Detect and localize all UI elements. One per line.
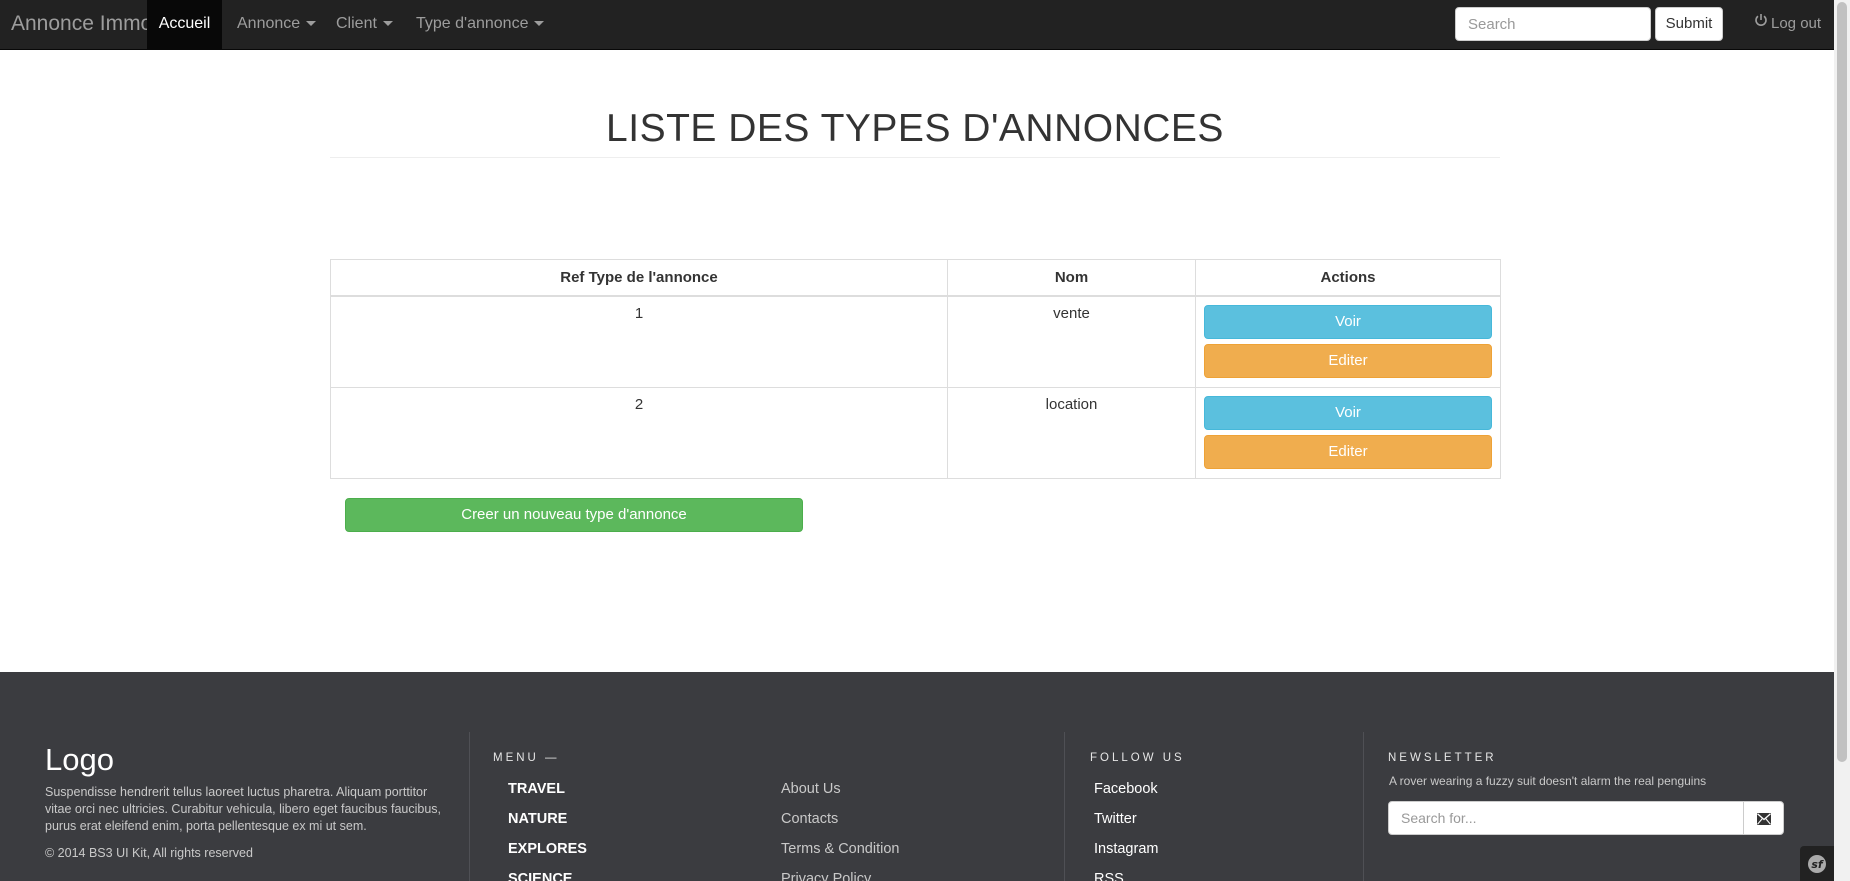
footer-newsletter-heading: NEWSLETTER xyxy=(1388,752,1497,764)
nav-accueil-label: Accueil xyxy=(158,15,211,32)
footer-copyright: © 2014 BS3 UI Kit, All rights reserved xyxy=(45,846,253,860)
footer-menu-explores[interactable]: EXPLORES xyxy=(508,841,587,857)
footer-follow-facebook[interactable]: Facebook xyxy=(1094,781,1158,797)
footer-description: Suspendisse hendrerit tellus laoreet luc… xyxy=(45,785,442,833)
footer-follow-instagram[interactable]: Instagram xyxy=(1094,841,1158,857)
footer-link-contacts[interactable]: Contacts xyxy=(781,811,838,827)
footer-link-privacy[interactable]: Privacy Policy xyxy=(781,871,871,881)
brand-link[interactable]: Annonce Immo xyxy=(11,0,152,49)
footer-divider xyxy=(1064,732,1065,881)
view-button[interactable]: Voir xyxy=(1204,304,1492,339)
caret-down-icon xyxy=(534,21,545,27)
nav-accueil[interactable]: Accueil xyxy=(147,0,222,49)
footer-menu-science[interactable]: SCIENCE xyxy=(508,871,572,881)
table-row: 2 location Voir Editer xyxy=(330,386,1501,479)
cell-ref: 2 xyxy=(330,386,948,479)
column-header-ref: Ref Type de l'annonce xyxy=(330,259,948,296)
cell-nom: location xyxy=(947,386,1196,479)
footer-divider xyxy=(469,732,470,881)
envelope-icon xyxy=(1757,812,1771,830)
newsletter-submit-button[interactable] xyxy=(1743,801,1784,835)
view-button[interactable]: Voir xyxy=(1204,395,1492,430)
newsletter-input[interactable] xyxy=(1388,801,1744,835)
types-table: Ref Type de l'annonce Nom Actions 1 vent… xyxy=(330,259,1501,479)
cell-nom: vente xyxy=(947,295,1196,388)
footer: Logo Suspendisse hendrerit tellus laoree… xyxy=(0,672,1834,881)
footer-menu-nature[interactable]: NATURE xyxy=(508,811,567,827)
navbar-search-input[interactable] xyxy=(1455,7,1651,41)
title-divider xyxy=(330,157,1500,158)
logout-label: Log out xyxy=(1771,15,1822,32)
nav-type-annonce-label: Type d'annonce xyxy=(416,15,529,32)
symfony-icon: sf xyxy=(1807,854,1827,879)
footer-logo: Logo xyxy=(45,742,114,777)
nav-annonce-label: Annonce xyxy=(237,15,301,32)
navbar-submit-button[interactable]: Submit xyxy=(1655,7,1723,41)
page-scrollbar-thumb[interactable] xyxy=(1837,2,1847,762)
cell-actions: Voir Editer xyxy=(1195,295,1501,388)
column-header-nom: Nom xyxy=(947,259,1196,296)
logout-link[interactable]: Log out xyxy=(1754,0,1821,49)
table-header-row: Ref Type de l'annonce Nom Actions xyxy=(330,259,1501,296)
column-header-actions: Actions xyxy=(1195,259,1501,296)
table-row: 1 vente Voir Editer xyxy=(330,295,1501,388)
edit-button[interactable]: Editer xyxy=(1204,343,1492,378)
footer-newsletter-text: A rover wearing a fuzzy suit doesn't ala… xyxy=(1389,774,1707,788)
caret-down-icon xyxy=(382,21,393,27)
footer-menu-travel[interactable]: TRAVEL xyxy=(508,781,565,797)
cell-actions: Voir Editer xyxy=(1195,386,1501,479)
nav-type-annonce-dropdown[interactable]: Type d'annonce xyxy=(416,0,545,49)
top-navbar: Annonce Immo Accueil Annonce Client Type… xyxy=(0,0,1834,50)
footer-link-about[interactable]: About Us xyxy=(781,781,841,797)
svg-text:sf: sf xyxy=(1811,858,1824,871)
edit-button[interactable]: Editer xyxy=(1204,434,1492,469)
page-title: LISTE DES TYPES D'ANNONCES xyxy=(606,107,1224,150)
footer-follow-rss[interactable]: RSS xyxy=(1094,871,1124,881)
nav-client-label: Client xyxy=(336,15,377,32)
nav-annonce-dropdown[interactable]: Annonce xyxy=(237,0,317,49)
create-type-button[interactable]: Creer un nouveau type d'annonce xyxy=(345,498,803,532)
power-icon xyxy=(1754,0,1768,46)
debug-toolbar-toggle[interactable]: sf xyxy=(1800,846,1834,881)
footer-link-terms[interactable]: Terms & Condition xyxy=(781,841,899,857)
footer-follow-heading: FOLLOW US xyxy=(1090,752,1185,764)
footer-divider xyxy=(1363,732,1364,881)
footer-follow-twitter[interactable]: Twitter xyxy=(1094,811,1137,827)
nav-client-dropdown[interactable]: Client xyxy=(336,0,393,49)
caret-down-icon xyxy=(306,21,317,27)
footer-menu-heading: MENU — xyxy=(493,752,560,764)
cell-ref: 1 xyxy=(330,295,948,388)
